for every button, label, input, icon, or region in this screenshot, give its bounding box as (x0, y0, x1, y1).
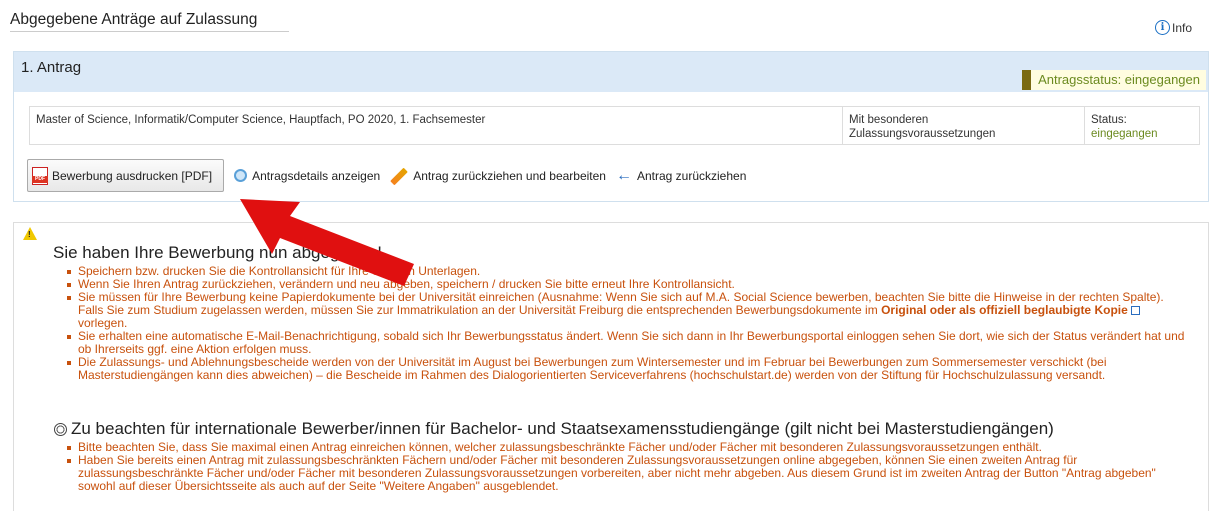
print-pdf-button[interactable]: Bewerbung ausdrucken [PDF] (27, 159, 225, 192)
withdraw-edit-link[interactable]: Antrag zurückziehen und bearbeiten (390, 167, 606, 185)
withdraw-label: Antrag zurückziehen (636, 168, 747, 183)
application-header: 1. Antrag Antragsstatus: eingegangen (14, 52, 1208, 92)
application-table: Master of Science, Informatik/Computer S… (29, 106, 1200, 145)
program-cell: Master of Science, Informatik/Computer S… (30, 107, 843, 144)
intl-heading: Zu beachten für internationale Bewerber/… (54, 419, 1054, 439)
pdf-icon (32, 166, 48, 185)
requirements-line1: Mit besonderen (849, 114, 929, 126)
application-title: 1. Antrag (21, 59, 82, 76)
intl-list: Bitte beachten Sie, dass Sie maximal ein… (66, 441, 1191, 493)
external-link-icon (1130, 306, 1140, 315)
status-label: Status: (1091, 114, 1127, 126)
list-item-suffix: vorlegen. (78, 316, 128, 330)
withdraw-link[interactable]: ← Antrag zurückziehen (616, 167, 746, 185)
page-title: Abgegebene Anträge auf Zulassung (10, 11, 289, 32)
annotation-arrow-shape (240, 199, 414, 286)
list-item: Sie müssen für Ihre Bewerbung keine Papi… (66, 291, 1191, 330)
arrow-left-icon: ← (615, 166, 632, 184)
info-link[interactable]: i Info (1155, 20, 1192, 35)
certified-copy-link[interactable]: Original oder als offiziell beglaubigte … (881, 303, 1128, 317)
notice-box: Sie haben Ihre Bewerbung nun abgegeben! … (13, 222, 1209, 511)
withdraw-edit-label: Antrag zurückziehen und bearbeiten (413, 168, 606, 183)
list-item: Die Zulassungs- und Ablehnungsbescheide … (66, 356, 1191, 382)
show-details-link[interactable]: Antragsdetails anzeigen (234, 169, 380, 183)
requirements-line2: Zulassungsvoraussetzungen (849, 128, 996, 140)
magnifier-icon (234, 169, 248, 182)
details-label: Antragsdetails anzeigen (252, 168, 381, 183)
list-item: Haben Sie bereits einen Antrag mit zulas… (66, 454, 1191, 493)
status-cell: Status: eingegangen (1085, 107, 1199, 144)
requirements-cell: Mit besonderen Zulassungsvoraussetzungen (843, 107, 1085, 144)
print-label: Bewerbung ausdrucken [PDF] (52, 168, 213, 183)
status-value: eingegangen (1091, 128, 1158, 140)
notice-list: Speichern bzw. drucken Sie die Kontrolla… (66, 265, 1191, 382)
status-badge: Antragsstatus: eingegangen (1022, 70, 1206, 90)
list-item: Sie erhalten eine automatische E-Mail-Be… (66, 330, 1191, 356)
globe-icon (54, 422, 67, 436)
warning-icon (23, 227, 37, 240)
pencil-icon (390, 167, 408, 185)
info-icon: i (1155, 20, 1170, 35)
info-label: Info (1172, 20, 1193, 35)
action-bar: Bewerbung ausdrucken [PDF] Antragsdetail… (27, 159, 746, 192)
annotation-arrow (240, 199, 414, 286)
intl-heading-text: Zu beachten für internationale Bewerber/… (71, 419, 1054, 438)
application-card: 1. Antrag Antragsstatus: eingegangen Mas… (13, 51, 1209, 202)
